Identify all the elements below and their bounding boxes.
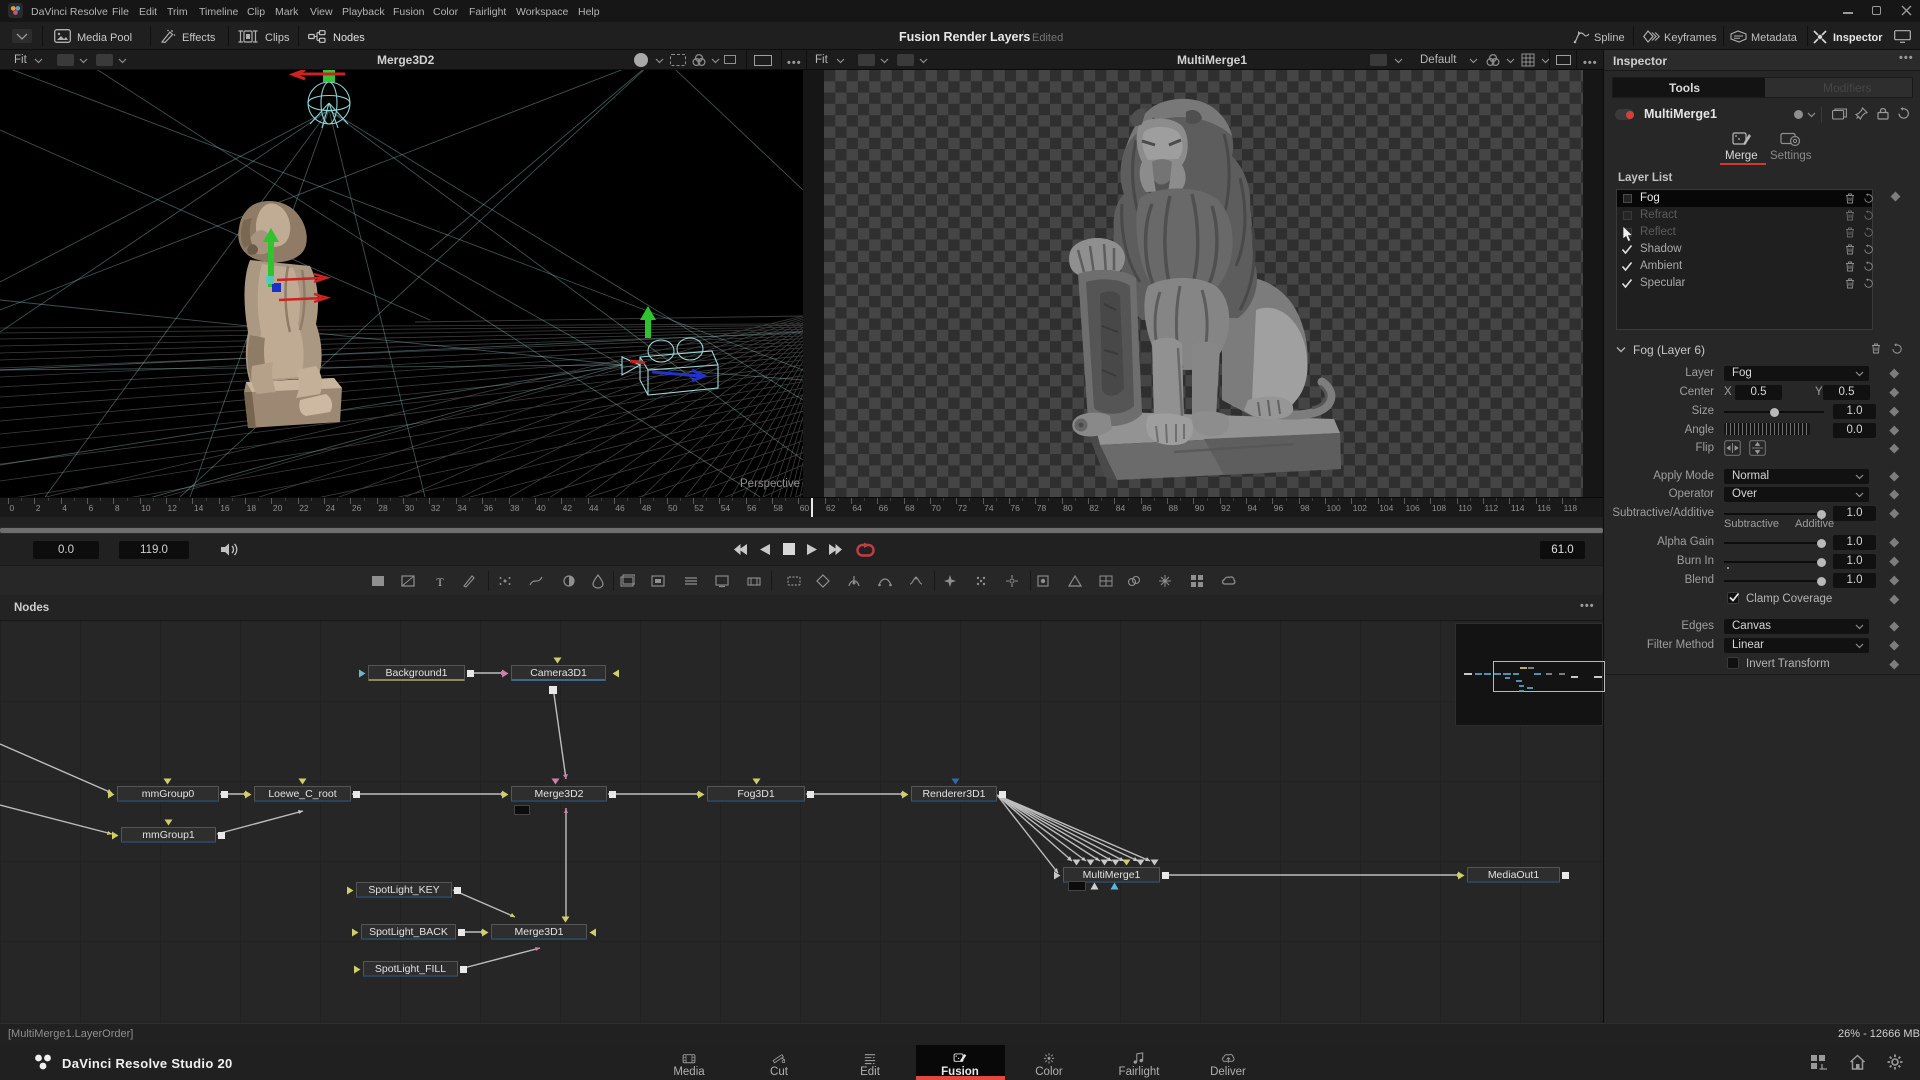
svg-text:T: T (436, 575, 444, 589)
